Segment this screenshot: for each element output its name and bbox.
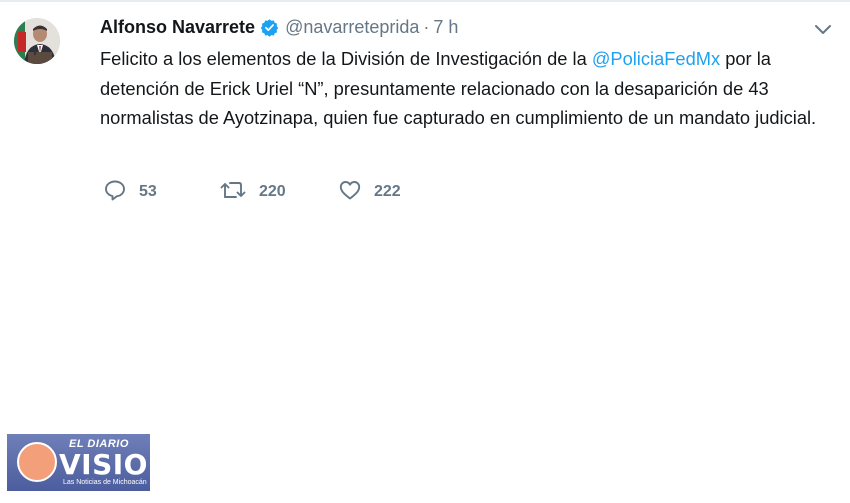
verified-badge-icon [260,18,279,37]
reply-button[interactable]: 53 [103,178,157,206]
logo-sun-mark [17,442,57,482]
tweet-header: Alfonso Navarrete @navarreteprida · 7 h [100,14,458,40]
display-name[interactable]: Alfonso Navarrete [100,17,255,38]
mention-link[interactable]: @PoliciaFedMx [592,48,720,69]
timestamp[interactable]: 7 h [433,17,458,38]
logo-main-text: VISION [59,448,172,481]
chevron-down-icon[interactable] [812,22,834,38]
reply-icon [103,178,127,207]
watermark-logo: EL DIARIO VISION Las Noticias de Michoac… [7,434,171,491]
like-count: 222 [374,183,401,200]
tweet-text: Felicito a los elementos de la División … [100,44,845,133]
retweet-button[interactable]: 220 [219,178,286,206]
like-button[interactable]: 222 [338,178,401,206]
separator-dot: · [423,16,430,37]
heart-icon [338,178,362,207]
handle[interactable]: @navarreteprida [285,17,419,38]
logo-tagline: Las Noticias de Michoacán [63,479,147,486]
tweet[interactable]: Alfonso Navarrete @navarreteprida · 7 h … [0,0,850,420]
tweet-text-before: Felicito a los elementos de la División … [100,48,592,69]
avatar[interactable] [14,18,60,64]
retweet-icon [219,178,247,207]
retweet-count: 220 [259,183,286,200]
reply-count: 53 [139,183,157,200]
